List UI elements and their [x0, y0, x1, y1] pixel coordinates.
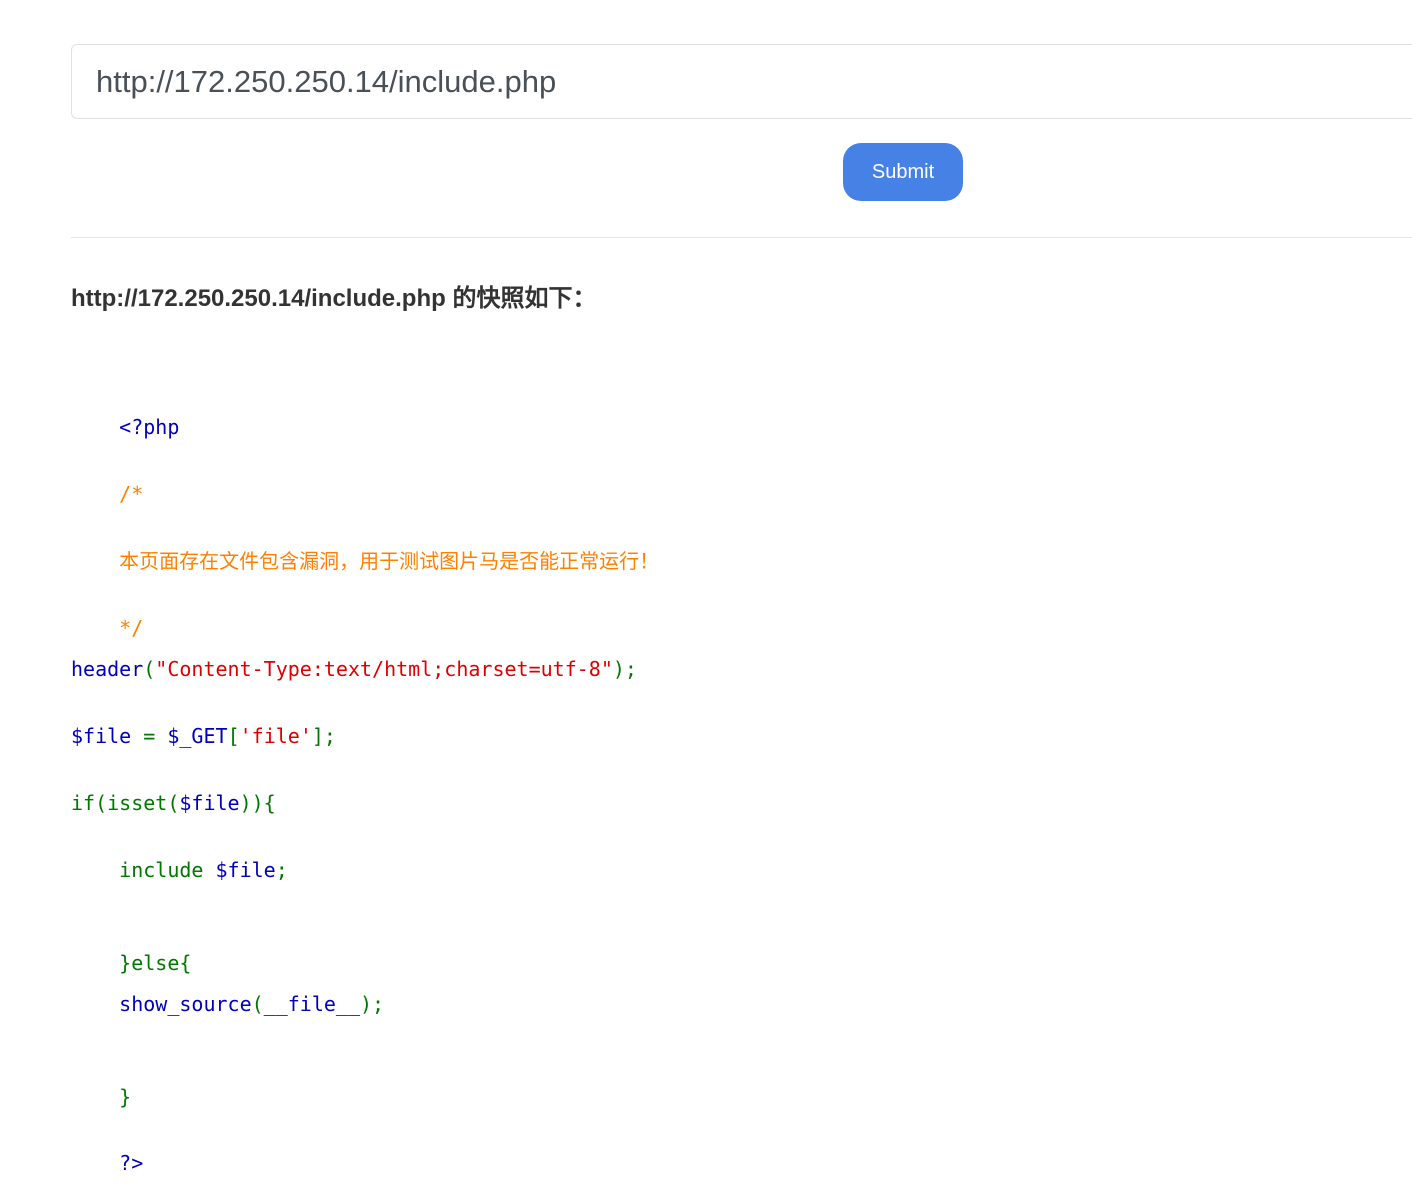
include-keyword: include — [71, 858, 216, 882]
php-open-tag: <?php — [119, 415, 180, 439]
header-string: "Content-Type:text/html;charset=utf-8" — [155, 657, 613, 681]
include-file-variable: $file — [215, 858, 276, 882]
header-paren-open: ( — [143, 657, 156, 681]
comment-text: 本页面存在文件包含漏洞，用于测试图片马是否能正常运行！ — [119, 549, 660, 573]
show-source-function: show_source — [71, 992, 252, 1016]
comment-end: */ — [119, 616, 144, 640]
bracket-open: [ — [227, 724, 240, 748]
else-keyword: }else{ — [119, 951, 192, 975]
code-line-file-assign: $file = $_GET['file']; — [71, 723, 336, 749]
code-line-show-source: show_source(__file__); — [71, 991, 384, 1017]
code-line-close-brace: } — [71, 1058, 131, 1109]
submit-button[interactable]: Submit — [843, 143, 963, 201]
show-source-argument: __file__ — [263, 992, 360, 1016]
comment-start: /* — [119, 482, 144, 506]
include-semicolon: ; — [275, 858, 288, 882]
header-paren-close: ); — [612, 657, 637, 681]
source-code-block: <?php /* 本页面存在文件包含漏洞，用于测试图片马是否能正常运行！ */ … — [71, 388, 659, 1175]
code-line-comment-text: 本页面存在文件包含漏洞，用于测试图片马是否能正常运行！ — [71, 522, 659, 573]
code-line-comment-end: */ — [71, 589, 143, 640]
code-line-open-tag: <?php — [71, 388, 179, 439]
get-superglobal: $_GET — [167, 724, 228, 748]
php-close-tag: ?> — [119, 1151, 144, 1175]
show-source-paren-close: ); — [360, 992, 385, 1016]
code-line-header: header("Content-Type:text/html;charset=u… — [71, 656, 637, 682]
snapshot-heading: http://172.250.250.14/include.php 的快照如下： — [71, 285, 597, 312]
close-brace: } — [119, 1085, 132, 1109]
bracket-close: ]; — [311, 724, 336, 748]
header-function: header — [71, 657, 144, 681]
file-key-string: 'file' — [239, 724, 312, 748]
divider — [71, 237, 1412, 238]
assign-operator: = — [143, 724, 168, 748]
code-line-else: }else{ — [71, 924, 191, 975]
if-close: )){ — [239, 791, 276, 815]
if-file-variable: $file — [179, 791, 240, 815]
if-isset-open: if(isset( — [71, 791, 180, 815]
code-line-if: if(isset($file)){ — [71, 790, 276, 816]
code-line-close-tag: ?> — [71, 1124, 143, 1175]
code-line-include: include $file; — [71, 857, 288, 883]
url-input[interactable] — [71, 44, 1412, 119]
show-source-paren-open: ( — [251, 992, 264, 1016]
file-variable: $file — [71, 724, 144, 748]
code-line-comment-start: /* — [71, 455, 143, 506]
